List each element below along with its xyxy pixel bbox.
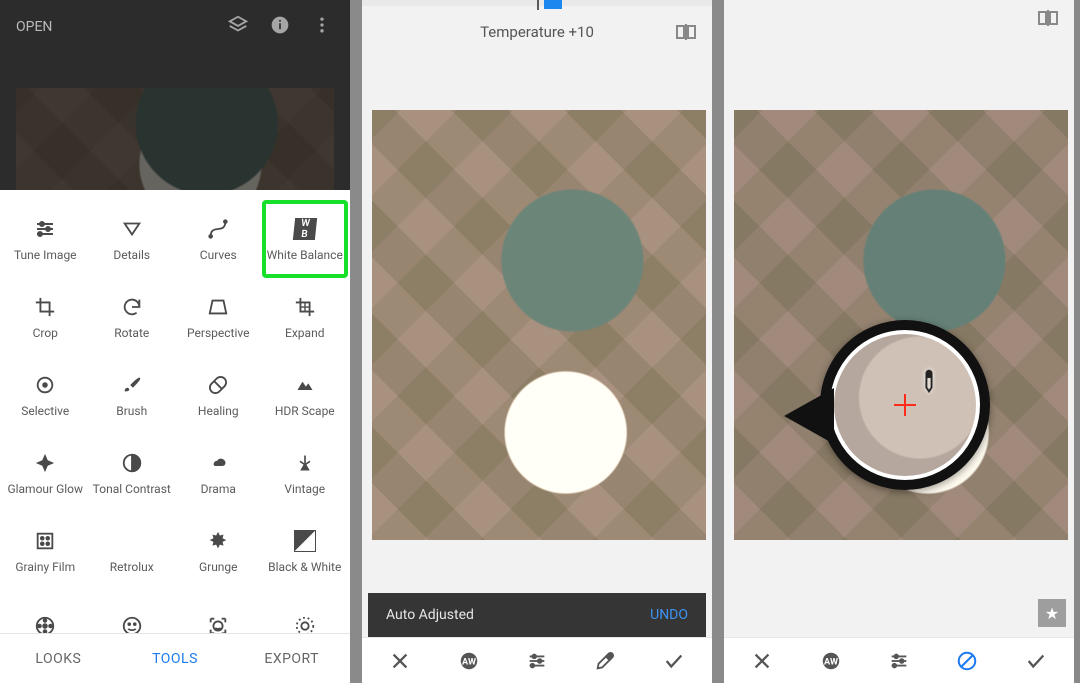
crop-icon — [34, 294, 56, 320]
selective-icon — [34, 372, 56, 398]
tool-label: HDR Scape — [275, 404, 335, 418]
tool-label: Vintage — [284, 482, 325, 496]
bw-icon — [294, 528, 316, 554]
eyedropper-button-active[interactable] — [933, 650, 1001, 672]
eyedropper-button[interactable] — [571, 650, 639, 672]
tool-white-balance[interactable]: WB White Balance — [262, 200, 349, 278]
healing-icon — [207, 372, 229, 398]
tool-label: Healing — [198, 404, 239, 418]
perspective-icon — [207, 294, 229, 320]
auto-wb-button[interactable]: AW — [434, 650, 502, 672]
adjustment-label: Temperature +10 — [480, 23, 594, 41]
tool-label: Crop — [33, 326, 58, 340]
tool-label: Drama — [201, 482, 236, 496]
crosshair-icon — [894, 394, 916, 416]
tool-glamour-glow[interactable]: Glamour Glow — [2, 434, 89, 512]
rotate-icon — [121, 294, 143, 320]
tool-drama[interactable]: Drama — [175, 434, 262, 512]
apply-button[interactable] — [640, 650, 708, 672]
apply-button[interactable] — [1002, 650, 1070, 672]
svg-text:AW: AW — [824, 657, 838, 667]
tool-black-white[interactable]: Black & White — [262, 512, 349, 590]
tool-label: Details — [113, 248, 150, 262]
eyedropper-icon — [913, 365, 944, 396]
tool-brush[interactable]: Brush — [89, 356, 176, 434]
history-button[interactable]: ★ — [1038, 599, 1066, 627]
drama-icon — [207, 450, 229, 476]
toast-message: Auto Adjusted — [386, 607, 474, 623]
toast-undo-button[interactable]: UNDO — [650, 607, 688, 623]
tool-healing[interactable]: Healing — [175, 356, 262, 434]
tool-label: Grainy Film — [15, 560, 75, 574]
tool-label: White Balance — [267, 248, 343, 262]
tool-selective[interactable]: Selective — [2, 356, 89, 434]
layers-icon[interactable] — [226, 14, 250, 40]
tool-label: Expand — [285, 326, 324, 340]
tool-label: Tune Image — [14, 248, 77, 262]
image-canvas[interactable] — [372, 110, 706, 540]
brush-icon — [121, 372, 143, 398]
tool-crop[interactable]: Crop — [2, 278, 89, 356]
tool-label: Black & White — [268, 560, 341, 574]
tool-label: Rotate — [114, 326, 149, 340]
tonal-icon — [121, 450, 143, 476]
color-picker-loupe[interactable] — [820, 320, 990, 490]
nav-tools[interactable]: TOOLS — [117, 634, 234, 683]
expand-icon — [294, 294, 316, 320]
tool-label: Brush — [116, 404, 147, 418]
wb-icon: WB — [294, 216, 316, 242]
cancel-button[interactable] — [728, 650, 796, 672]
grainy-icon — [34, 528, 56, 554]
tool-hdr-scape[interactable]: HDR Scape — [262, 356, 349, 434]
tool-perspective[interactable]: Perspective — [175, 278, 262, 356]
adjust-sliders-button[interactable] — [503, 650, 571, 672]
more-vert-icon[interactable] — [310, 15, 334, 39]
tool-label: Perspective — [187, 326, 249, 340]
tool-label: Tonal Contrast — [93, 482, 171, 496]
triangle-down-icon — [121, 216, 143, 242]
open-button[interactable]: OPEN — [16, 19, 52, 35]
vintage-icon — [295, 450, 315, 476]
info-icon[interactable] — [268, 15, 292, 39]
tool-retrolux[interactable]: Retrolux — [89, 512, 176, 590]
tool-label: Grunge — [199, 560, 238, 574]
curves-icon — [207, 216, 229, 242]
tool-grunge[interactable]: Grunge — [175, 512, 262, 590]
sliders-icon — [33, 216, 57, 242]
svg-text:AW: AW — [462, 657, 476, 667]
tool-label: Curves — [200, 248, 237, 262]
tool-grainy-film[interactable]: Grainy Film — [2, 512, 89, 590]
image-canvas[interactable] — [734, 110, 1068, 540]
glamour-icon — [34, 450, 56, 476]
grunge-icon — [207, 528, 229, 554]
tool-curves[interactable]: Curves — [175, 200, 262, 278]
preview-thumbnail[interactable] — [16, 88, 334, 190]
tool-tune-image[interactable]: Tune Image — [2, 200, 89, 278]
tool-vintage[interactable]: Vintage — [262, 434, 349, 512]
tool-details[interactable]: Details — [89, 200, 176, 278]
adjust-sliders-button[interactable] — [865, 650, 933, 672]
tool-rotate[interactable]: Rotate — [89, 278, 176, 356]
tool-label: Glamour Glow — [7, 482, 83, 496]
tool-label: Selective — [21, 404, 69, 418]
toast-auto-adjusted: Auto Adjusted UNDO — [368, 593, 706, 637]
tool-label: Retrolux — [110, 560, 154, 574]
compare-icon[interactable] — [1036, 6, 1060, 30]
cancel-button[interactable] — [366, 650, 434, 672]
hdr-icon — [293, 372, 317, 398]
nav-export[interactable]: EXPORT — [233, 634, 350, 683]
tool-expand[interactable]: Expand — [262, 278, 349, 356]
nav-looks[interactable]: LOOKS — [0, 634, 117, 683]
retrolux-icon — [119, 528, 145, 554]
auto-wb-button[interactable]: AW — [796, 650, 864, 672]
tool-tonal-contrast[interactable]: Tonal Contrast — [89, 434, 176, 512]
compare-icon[interactable] — [674, 20, 698, 44]
